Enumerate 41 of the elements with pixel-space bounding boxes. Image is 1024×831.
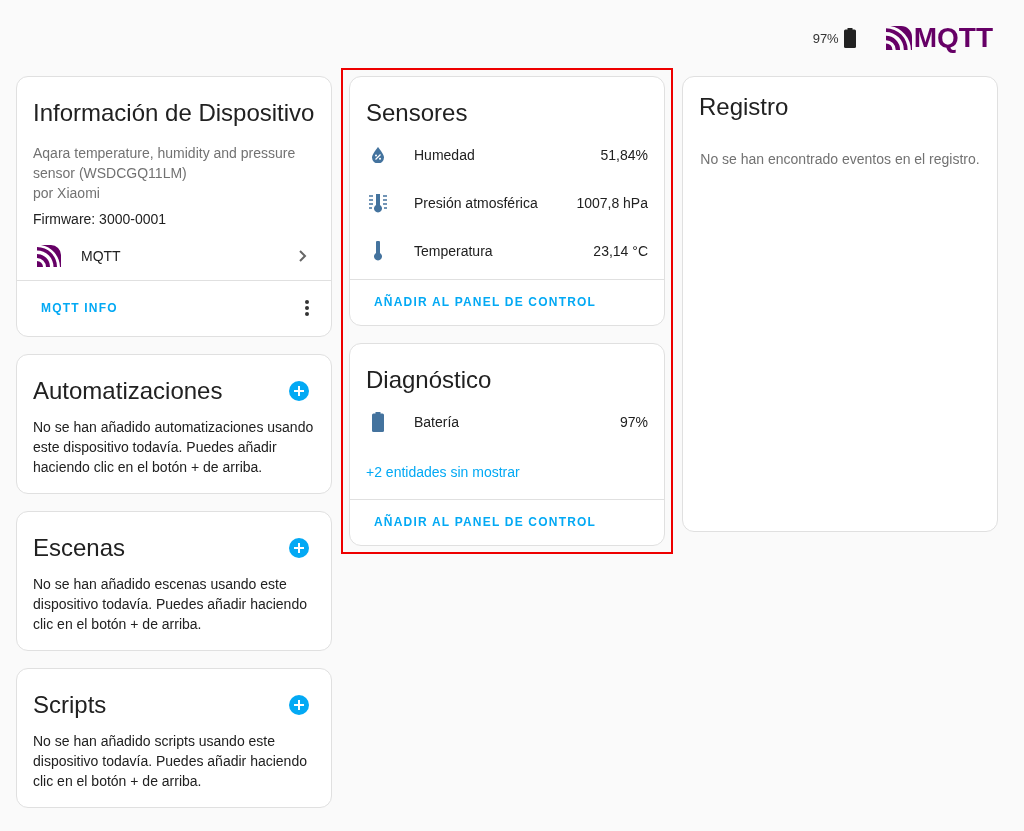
entity-row[interactable]: Presión atmosférica 1007,8 hPa bbox=[366, 179, 648, 227]
entity-value: 51,84% bbox=[600, 147, 648, 163]
entity-name: Humedad bbox=[414, 147, 476, 163]
integration-link[interactable]: MQTT bbox=[17, 232, 331, 280]
mqtt-logo-icon bbox=[885, 26, 912, 50]
card-title: Diagnóstico bbox=[365, 365, 493, 394]
device-manufacturer: por Xiaomi bbox=[33, 184, 101, 203]
thermometer-icon bbox=[373, 241, 383, 261]
battery-icon bbox=[843, 28, 856, 48]
add-icon[interactable] bbox=[289, 538, 309, 558]
mqtt-logo-icon bbox=[37, 245, 61, 267]
entity-row[interactable]: Humedad 51,84% bbox=[366, 131, 648, 179]
empty-message: No se han encontrado eventos en el registro. bbox=[699, 151, 981, 167]
empty-message: No se han añadido automatizaciones usando este dispositivo todavía. Puedes añadir haciendo clic en el botón + de arriba. bbox=[33, 418, 315, 477]
card-title: Automatizaciones bbox=[33, 377, 223, 405]
card-title: Información de Dispositivo bbox=[32, 98, 316, 127]
chevron-right-icon bbox=[299, 250, 307, 262]
empty-message: No se han añadido escenas usando este dispositivo todavía. Puedes añadir haciendo clic en el botón + de arriba. bbox=[33, 575, 308, 634]
card-title: Sensores bbox=[365, 98, 469, 127]
more-options-icon[interactable] bbox=[305, 300, 309, 316]
entity-name: Batería bbox=[414, 414, 461, 430]
entity-value: 97% bbox=[619, 414, 648, 430]
water-drop-icon bbox=[371, 147, 385, 163]
device-model: Aqara temperature, humidity and pressure sensor (WSDCGQ11LM) bbox=[33, 144, 297, 183]
thermometer-lines-icon bbox=[368, 193, 388, 213]
entity-name: Temperatura bbox=[414, 243, 494, 259]
entity-name: Presión atmosférica bbox=[414, 195, 539, 211]
add-icon[interactable] bbox=[289, 695, 309, 715]
firmware-version: Firmware: 3000-0001 bbox=[33, 211, 168, 227]
entity-row[interactable]: Batería 97% bbox=[366, 398, 648, 446]
empty-message: No se han añadido scripts usando este dispositivo todavía. Puedes añadir haciendo clic en el botón + de arriba. bbox=[33, 732, 308, 791]
card-title: Scripts bbox=[33, 691, 107, 719]
battery-icon bbox=[372, 412, 384, 432]
entity-value: 23,14 °C bbox=[593, 243, 648, 259]
card-title: Escenas bbox=[33, 534, 126, 562]
entity-value: 1007,8 hPa bbox=[576, 195, 648, 211]
logo-text: MQTT bbox=[913, 24, 993, 52]
add-icon[interactable] bbox=[289, 381, 309, 401]
card-title: Registro bbox=[698, 92, 790, 121]
entity-row[interactable]: Temperatura 23,14 °C bbox=[366, 227, 648, 275]
battery-level: 97% bbox=[812, 30, 839, 46]
